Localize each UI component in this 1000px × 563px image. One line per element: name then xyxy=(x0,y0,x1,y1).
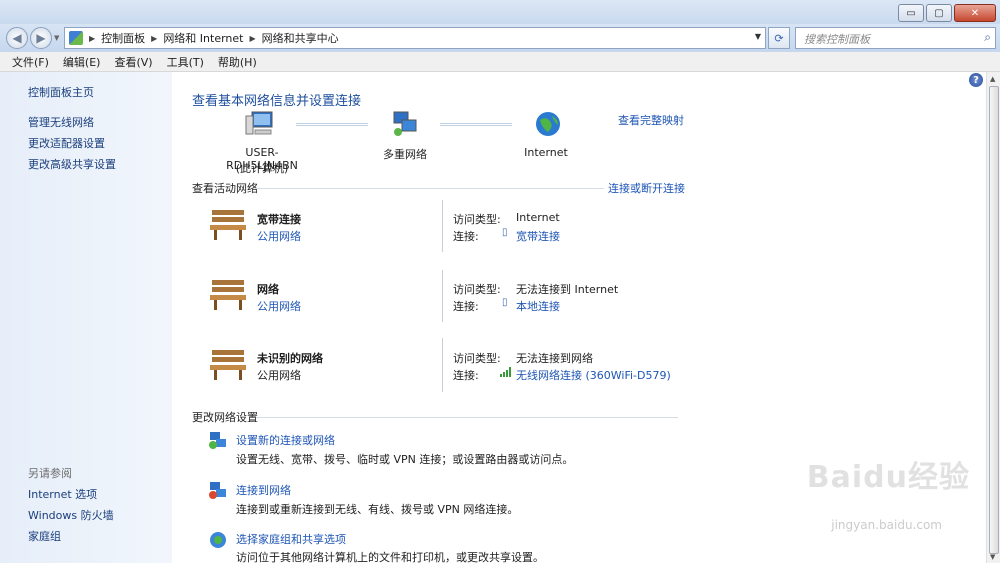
modem-icon: ▯ xyxy=(502,227,508,238)
connect-disconnect-link[interactable]: 连接或断开连接 xyxy=(608,180,685,196)
task-description: 连接到或重新连接到无线、有线、拨号或 VPN 网络连接。 xyxy=(236,503,519,516)
access-type-label: 访问类型: xyxy=(453,283,501,296)
ethernet-icon: ▯ xyxy=(502,297,508,308)
internet-label: Internet xyxy=(524,146,568,159)
connection-link[interactable]: 无线网络连接 (360WiFi-D579) xyxy=(516,367,671,383)
signal-bars-icon xyxy=(500,367,511,377)
menu-file[interactable]: 文件(F) xyxy=(12,54,49,70)
bench-network-icon xyxy=(210,280,246,310)
sidebar-item-home[interactable]: 控制面板主页 xyxy=(28,84,94,100)
see-also-title: 另请参阅 xyxy=(28,467,72,480)
connect-network-icon xyxy=(209,482,226,499)
active-networks-title: 查看活动网络 xyxy=(192,182,258,195)
access-type-value: Internet xyxy=(516,211,560,224)
address-bar[interactable]: ▶ 控制面板 ▶ 网络和 Internet ▶ 网络和共享中心 ▼ xyxy=(64,27,766,49)
breadcrumb-separator-icon: ▶ xyxy=(151,33,158,43)
map-connector xyxy=(296,123,368,126)
help-icon[interactable]: ? xyxy=(969,73,983,87)
access-type-label: 访问类型: xyxy=(453,352,501,365)
minimize-button[interactable]: ▭ xyxy=(898,4,924,22)
task-description: 访问位于其他网络计算机上的文件和打印机，或更改共享设置。 xyxy=(236,551,544,563)
network-category: 公用网络 xyxy=(257,369,301,382)
vertical-scrollbar[interactable]: ▲ ▼ xyxy=(986,72,1000,563)
access-type-value: 无法连接到 Internet xyxy=(516,283,619,296)
network-name: 宽带连接 xyxy=(257,213,301,226)
menu-tools[interactable]: 工具(T) xyxy=(167,54,204,70)
scrollbar-thumb[interactable] xyxy=(989,86,999,554)
computer-icon xyxy=(245,111,273,135)
search-placeholder: 搜索控制面板 xyxy=(804,33,870,46)
recent-pages-dropdown[interactable]: ▼ xyxy=(54,34,59,42)
new-connection-icon xyxy=(209,432,226,449)
breadcrumb-network-center[interactable]: 网络和共享中心 xyxy=(262,30,339,46)
menu-help[interactable]: 帮助(H) xyxy=(218,54,257,70)
refresh-button[interactable]: ⟳ xyxy=(768,27,790,49)
network-name: 未识别的网络 xyxy=(257,352,323,365)
task-link[interactable]: 连接到网络 xyxy=(236,482,291,498)
sidebar-item-internet-options[interactable]: Internet 选项 xyxy=(28,486,97,502)
connection-label: 连接: xyxy=(453,230,479,243)
multiple-networks-icon xyxy=(393,111,417,136)
sidebar-item-manage-wireless[interactable]: 管理无线网络 xyxy=(28,114,94,130)
homegroup-icon xyxy=(210,532,226,548)
menu-bar: 文件(F) 编辑(E) 查看(V) 工具(T) 帮助(H) xyxy=(0,52,1000,72)
section-divider xyxy=(256,188,604,189)
scroll-down-icon[interactable]: ▼ xyxy=(990,553,995,561)
task-link[interactable]: 选择家庭组和共享选项 xyxy=(236,531,346,547)
back-button[interactable]: ◀ xyxy=(6,27,28,49)
connection-label: 连接: xyxy=(453,369,479,382)
search-icon[interactable]: ⌕ xyxy=(984,30,991,45)
sidebar-item-firewall[interactable]: Windows 防火墙 xyxy=(28,507,114,523)
sidebar-item-adapter-settings[interactable]: 更改适配器设置 xyxy=(28,135,105,151)
menu-view[interactable]: 查看(V) xyxy=(114,54,152,70)
change-settings-title: 更改网络设置 xyxy=(192,411,258,424)
connection-label: 连接: xyxy=(453,300,479,313)
multiple-networks-label: 多重网络 xyxy=(383,148,427,161)
task-link[interactable]: 设置新的连接或网络 xyxy=(236,432,335,448)
computer-sub: (此计算机) xyxy=(235,162,289,175)
network-name: 网络 xyxy=(257,283,279,296)
sidebar-item-advanced-sharing[interactable]: 更改高级共享设置 xyxy=(28,156,116,172)
breadcrumb-control-panel[interactable]: 控制面板 xyxy=(101,30,145,46)
menu-edit[interactable]: 编辑(E) xyxy=(63,54,101,70)
control-panel-icon xyxy=(69,31,83,45)
watermark-brand: Baidu经验 xyxy=(806,460,970,495)
page-title: 查看基本网络信息并设置连接 xyxy=(192,94,362,109)
column-divider xyxy=(442,270,443,322)
scroll-up-icon[interactable]: ▲ xyxy=(990,75,995,83)
close-button[interactable]: ✕ xyxy=(954,4,996,22)
breadcrumb-separator-icon: ▶ xyxy=(89,33,96,43)
internet-globe-icon xyxy=(536,112,560,136)
maximize-button[interactable]: ▢ xyxy=(926,4,952,22)
forward-button[interactable]: ▶ xyxy=(30,27,52,49)
column-divider xyxy=(442,200,443,252)
network-category-link[interactable]: 公用网络 xyxy=(257,298,301,314)
sidebar: 控制面板主页 管理无线网络 更改适配器设置 更改高级共享设置 另请参阅 Inte… xyxy=(0,72,172,563)
sidebar-item-homegroup[interactable]: 家庭组 xyxy=(28,528,61,544)
section-divider xyxy=(256,417,678,418)
watermark-url: jingyan.baidu.com xyxy=(831,518,942,532)
access-type-value: 无法连接到网络 xyxy=(516,352,593,365)
view-full-map-link[interactable]: 查看完整映射 xyxy=(618,112,684,128)
connection-link[interactable]: 本地连接 xyxy=(516,298,560,314)
window-titlebar: ▭ ▢ ✕ xyxy=(0,0,1000,24)
map-connector xyxy=(440,123,512,126)
access-type-label: 访问类型: xyxy=(453,213,501,226)
bench-network-icon xyxy=(210,210,246,240)
search-input[interactable]: 搜索控制面板 ⌕ xyxy=(795,27,996,49)
breadcrumb-network-internet[interactable]: 网络和 Internet xyxy=(163,30,243,46)
address-dropdown-icon[interactable]: ▼ xyxy=(755,32,761,41)
column-divider xyxy=(442,338,443,392)
network-category-link[interactable]: 公用网络 xyxy=(257,228,301,244)
task-description: 设置无线、宽带、拨号、临时或 VPN 连接；或设置路由器或访问点。 xyxy=(236,453,574,466)
connection-link[interactable]: 宽带连接 xyxy=(516,228,560,244)
navigation-bar: ◀ ▶ ▼ ▶ 控制面板 ▶ 网络和 Internet ▶ 网络和共享中心 ▼ … xyxy=(0,24,1000,52)
bench-network-icon xyxy=(210,350,246,380)
breadcrumb-separator-icon: ▶ xyxy=(249,33,256,43)
